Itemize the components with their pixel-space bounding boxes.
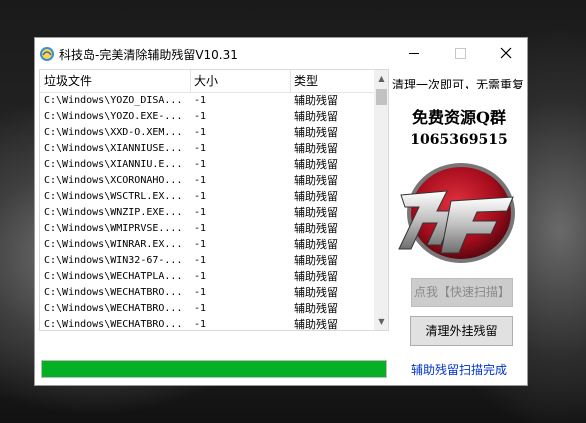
file-type-cell: 辅助残留 xyxy=(294,110,338,123)
close-button[interactable] xyxy=(483,38,529,69)
file-path-cell: C:\Windows\WECHATBRO... xyxy=(44,319,183,330)
file-size-cell: -1 xyxy=(194,159,207,170)
title-bar[interactable]: 科技岛-完美清除辅助残留V10.31 xyxy=(35,38,527,69)
table-row[interactable]: C:\Windows\YOZO_DISA... -1 辅助残留 xyxy=(40,93,374,109)
file-size-cell: -1 xyxy=(194,111,207,122)
file-type-cell: 辅助残留 xyxy=(294,158,338,171)
file-type-cell: 辅助残留 xyxy=(294,238,338,251)
file-path-cell: C:\Windows\WSCTRL.EX... xyxy=(44,191,183,202)
junk-file-table[interactable]: 垃圾文件 大小 类型 C:\Windows\YOZO_DISA... -1 辅助残留… xyxy=(39,69,389,331)
file-type-cell: 辅助残留 xyxy=(294,174,338,187)
file-size-cell: -1 xyxy=(194,255,207,266)
minimize-icon xyxy=(409,53,419,54)
file-size-cell: -1 xyxy=(194,271,207,282)
app-window: 科技岛-完美清除辅助残留V10.31 垃圾文件 大小 类型 C:\Windows… xyxy=(34,37,528,386)
table-row[interactable]: C:\Windows\XIANNIUSE... -1 辅助残留 xyxy=(40,141,374,157)
file-path-cell: C:\Windows\XCORONAHO... xyxy=(44,175,183,186)
table-row[interactable]: C:\Windows\XCORONAHO... -1 辅助残留 xyxy=(40,173,374,189)
cf-logo xyxy=(398,163,515,263)
table-row[interactable]: C:\Windows\WECHATPLA... -1 辅助残留 xyxy=(40,269,374,285)
scroll-up-icon[interactable]: ▲ xyxy=(374,70,388,87)
table-row[interactable]: C:\Windows\WMIPRVSE.... -1 辅助残留 xyxy=(40,221,374,237)
column-header-file[interactable]: 垃圾文件 xyxy=(44,70,190,92)
column-header-size[interactable]: 大小 xyxy=(194,70,288,92)
file-size-cell: -1 xyxy=(194,127,207,138)
file-type-cell: 辅助残留 xyxy=(294,190,338,203)
table-row[interactable]: C:\Windows\XIANNIU.E... -1 辅助残留 xyxy=(40,157,374,173)
table-row[interactable]: C:\Windows\WECHATBRO... -1 辅助残留 xyxy=(40,285,374,301)
file-size-cell: -1 xyxy=(194,175,207,186)
file-type-cell: 辅助残留 xyxy=(294,126,338,139)
table-row[interactable]: C:\Windows\XXD-O.XEM... -1 辅助残留 xyxy=(40,125,374,141)
table-row[interactable]: C:\Windows\YOZO.EXE-... -1 辅助残留 xyxy=(40,109,374,125)
quick-scan-button[interactable]: 点我【快速扫描】 xyxy=(411,278,513,307)
table-row[interactable]: C:\Windows\WIN32-67-... -1 辅助残留 xyxy=(40,253,374,269)
file-type-cell: 辅助残留 xyxy=(294,286,338,299)
file-path-cell: C:\Windows\WECHATPLA... xyxy=(44,271,183,282)
file-size-cell: -1 xyxy=(194,287,207,298)
file-path-cell: C:\Windows\WMIPRVSE.... xyxy=(44,223,183,234)
maximize-button[interactable] xyxy=(437,38,483,69)
progress-fill xyxy=(42,361,386,377)
qq-group-label: 免费资源Q群 xyxy=(412,108,506,127)
table-row[interactable]: C:\Windows\WECHATBRO... -1 辅助残留 xyxy=(40,317,374,331)
file-size-cell: -1 xyxy=(194,319,207,330)
file-path-cell: C:\Windows\YOZO.EXE-... xyxy=(44,111,183,122)
table-row[interactable]: C:\Windows\WECHATBRO... -1 辅助残留 xyxy=(40,301,374,317)
file-type-cell: 辅助残留 xyxy=(294,142,338,155)
column-divider[interactable] xyxy=(290,70,291,92)
table-row[interactable]: C:\Windows\WNZIP.EXE... -1 辅助残留 xyxy=(40,205,374,221)
table-row[interactable]: C:\Windows\WSCTRL.EX... -1 辅助残留 xyxy=(40,189,374,205)
vertical-scrollbar[interactable]: ▲ ▼ xyxy=(374,70,388,330)
file-path-cell: C:\Windows\YOZO_DISA... xyxy=(44,95,183,106)
window-title: 科技岛-完美清除辅助残留V10.31 xyxy=(59,48,238,62)
file-size-cell: -1 xyxy=(194,303,207,314)
file-size-cell: -1 xyxy=(194,223,207,234)
file-path-cell: C:\Windows\XIANNIU.E... xyxy=(44,159,183,170)
minimize-button[interactable] xyxy=(391,38,437,69)
scrollbar-thumb[interactable] xyxy=(376,89,387,105)
file-path-cell: C:\Windows\WNZIP.EXE... xyxy=(44,207,183,218)
file-size-cell: -1 xyxy=(194,95,207,106)
file-size-cell: -1 xyxy=(194,143,207,154)
file-type-cell: 辅助残留 xyxy=(294,270,338,283)
clean-cheat-residue-button[interactable]: 清理外挂残留 xyxy=(410,316,513,346)
app-icon xyxy=(40,47,54,61)
file-type-cell: 辅助残留 xyxy=(294,302,338,315)
file-path-cell: C:\Windows\WIN32-67-... xyxy=(44,255,183,266)
column-header-type[interactable]: 类型 xyxy=(294,70,374,92)
file-path-cell: C:\Windows\WINRAR.EX... xyxy=(44,239,183,250)
file-type-cell: 辅助残留 xyxy=(294,206,338,219)
file-size-cell: -1 xyxy=(194,207,207,218)
file-path-cell: C:\Windows\WECHATBRO... xyxy=(44,287,183,298)
file-size-cell: -1 xyxy=(194,239,207,250)
file-path-cell: C:\Windows\WECHATBRO... xyxy=(44,303,183,314)
table-row[interactable]: C:\Windows\WINRAR.EX... -1 辅助残留 xyxy=(40,237,374,253)
notice-text: 清理一次即可，无需重复 xyxy=(392,78,525,89)
file-type-cell: 辅助残留 xyxy=(294,222,338,235)
file-type-cell: 辅助残留 xyxy=(294,254,338,267)
qq-group-number: 1065369515 xyxy=(410,132,508,148)
close-icon xyxy=(500,47,512,59)
scroll-down-icon[interactable]: ▼ xyxy=(374,313,388,330)
file-type-cell: 辅助残留 xyxy=(294,94,338,107)
scan-progress-bar xyxy=(41,360,387,378)
scan-status-link[interactable]: 辅助残留扫描完成 xyxy=(411,361,526,378)
file-type-cell: 辅助残留 xyxy=(294,318,338,331)
table-body: C:\Windows\YOZO_DISA... -1 辅助残留 C:\Windows\… xyxy=(40,93,374,331)
file-size-cell: -1 xyxy=(194,191,207,202)
file-path-cell: C:\Windows\XIANNIUSE... xyxy=(44,143,183,154)
table-header: 垃圾文件 大小 类型 xyxy=(40,70,374,93)
maximize-icon xyxy=(455,48,466,59)
file-path-cell: C:\Windows\XXD-O.XEM... xyxy=(44,127,183,138)
column-divider[interactable] xyxy=(190,70,191,92)
